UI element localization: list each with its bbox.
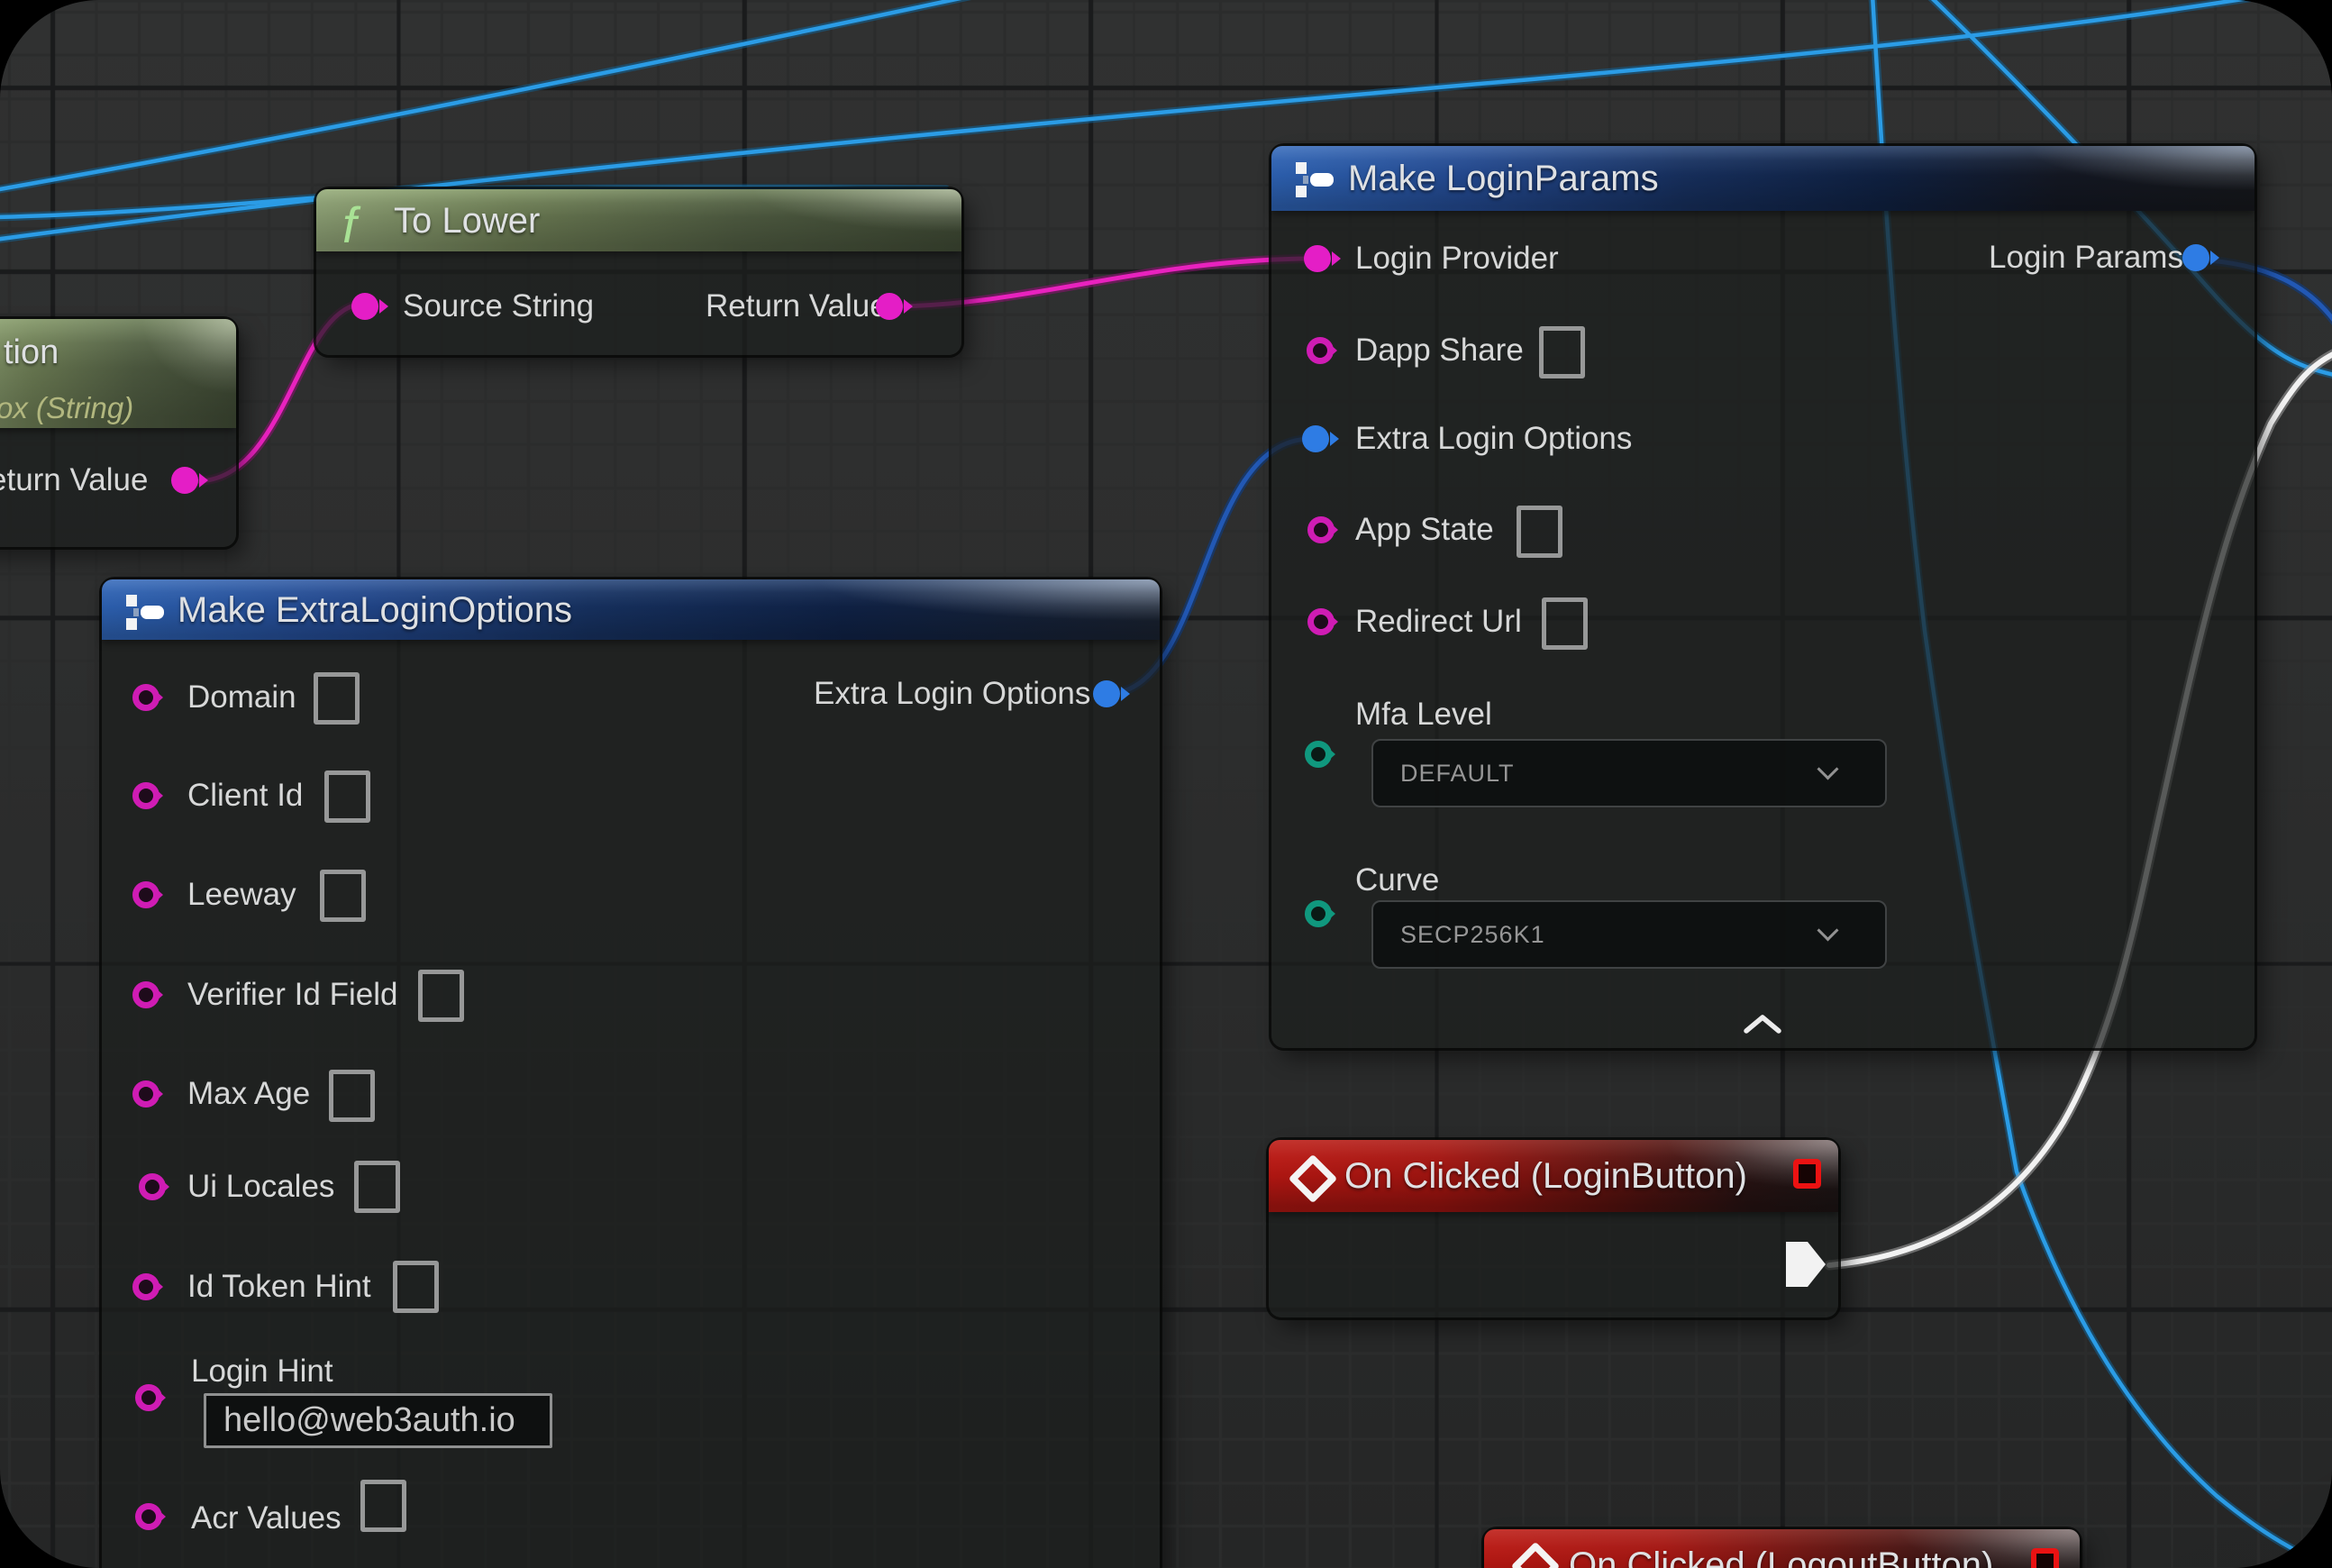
svg-text:f: f: [342, 198, 361, 253]
